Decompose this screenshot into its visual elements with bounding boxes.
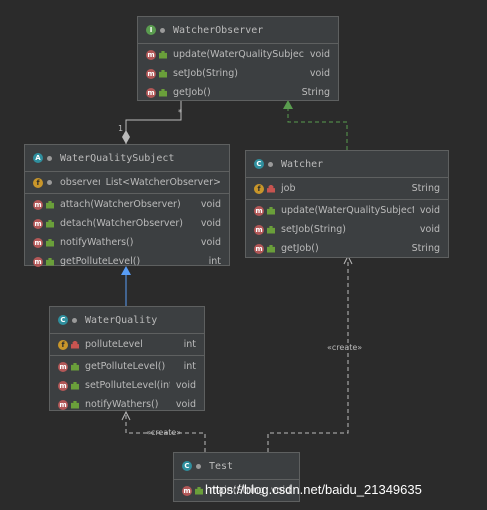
public-icon (71, 381, 79, 390)
method-icon: m (254, 243, 264, 254)
class-icon: C (254, 159, 264, 169)
method-row[interactable]: m detach(WatcherObserver) void (25, 214, 229, 233)
public-icon (159, 50, 167, 59)
watermark-text: https://blog.csdn.net/baidu_21349635 (205, 482, 422, 497)
method-icon: m (33, 237, 43, 248)
method-row[interactable]: m setJob(String) void (246, 220, 448, 239)
method-row[interactable]: m notifyWathers() void (50, 395, 204, 414)
field-icon: f (254, 183, 264, 194)
package-visibility-icon (160, 27, 165, 33)
create-label-2: «create» (327, 343, 363, 352)
field-row[interactable]: f job String (246, 179, 448, 198)
class-header: I WatcherObserver (138, 17, 338, 44)
private-lock-icon (267, 184, 275, 193)
class-name: Test (209, 460, 234, 472)
private-lock-icon (71, 340, 79, 349)
method-icon: m (58, 399, 68, 410)
field-row[interactable]: f polluteLevel int (50, 335, 204, 354)
class-header: C Test (174, 453, 299, 480)
watcher-box[interactable]: C Watcher f job String m update(WaterQualit… (245, 150, 449, 258)
water-quality-box[interactable]: C WaterQuality f polluteLevel int m getPoll… (49, 306, 205, 411)
method-row[interactable]: m setPolluteLevel(int) void (50, 376, 204, 395)
create-dependency-line-2 (267, 259, 349, 452)
watcher-observer-box[interactable]: I WatcherObserver m update(WaterQualitySu… (137, 16, 339, 101)
class-name: WaterQuality (85, 314, 158, 326)
abstract-class-icon: A (33, 153, 43, 163)
method-row[interactable]: m attach(WatcherObserver) void (25, 195, 229, 214)
class-header: C Watcher (246, 151, 448, 178)
methods-section: m update(WaterQualitySubject) void m setJob… (246, 200, 448, 258)
package-visibility-icon (268, 161, 273, 167)
field-row[interactable]: fobserversList<WatcherObserver> (25, 173, 229, 192)
aggregation-diamond (122, 130, 130, 144)
method-row[interactable]: m getPolluteLevel() int (25, 252, 229, 271)
public-icon (46, 200, 54, 209)
water-quality-subject-box[interactable]: A WaterQualitySubject fobserversList<Wat… (24, 144, 230, 267)
class-name: WaterQualitySubject (60, 152, 175, 164)
multiplicity-many: * (178, 108, 182, 117)
aggregation-line (125, 101, 182, 144)
fields-section: f job String (246, 178, 448, 200)
method-row[interactable]: m getJob() String (138, 83, 338, 102)
public-icon (46, 257, 54, 266)
method-icon: m (33, 256, 43, 267)
method-row[interactable]: m update(WaterQualitySubject) void (138, 45, 338, 64)
multiplicity-one: 1 (118, 124, 124, 133)
class-name: Watcher (281, 158, 324, 170)
public-icon (267, 244, 275, 253)
method-row[interactable]: m setJob(String) void (138, 64, 338, 83)
methods-section: m attach(WatcherObserver) void m detach(Wat… (25, 194, 229, 271)
public-icon (46, 238, 54, 247)
method-icon: m (33, 199, 43, 210)
method-row[interactable]: m getPolluteLevel() int (50, 357, 204, 376)
class-header: C WaterQuality (50, 307, 204, 334)
package-visibility-icon (47, 155, 52, 161)
method-icon: m (146, 49, 156, 60)
methods-section: m getPolluteLevel() int m setPolluteLevel(i… (50, 356, 204, 414)
protected-icon (47, 180, 52, 185)
public-icon (195, 486, 203, 495)
method-icon: m (146, 87, 156, 98)
method-icon: m (33, 218, 43, 229)
public-icon (159, 88, 167, 97)
field-icon: f (33, 177, 43, 188)
class-icon: C (58, 315, 68, 325)
package-visibility-icon (72, 317, 77, 323)
public-icon (267, 225, 275, 234)
method-icon: m (146, 68, 156, 79)
create-label-1: «create» (146, 428, 182, 437)
fields-section: f polluteLevel int (50, 334, 204, 356)
realization-line (287, 108, 348, 150)
method-icon: m (58, 380, 68, 391)
class-header: A WaterQualitySubject (25, 145, 229, 172)
class-name: WatcherObserver (173, 24, 264, 36)
method-row[interactable]: m update(WaterQualitySubject) void (246, 201, 448, 220)
package-visibility-icon (196, 463, 201, 469)
fields-section: fobserversList<WatcherObserver> (25, 172, 229, 194)
public-icon (71, 400, 79, 409)
class-icon: C (182, 461, 192, 471)
public-icon (71, 362, 79, 371)
method-row[interactable]: m getJob() String (246, 239, 448, 258)
method-row[interactable]: m notifyWathers() void (25, 233, 229, 252)
method-icon: m (58, 361, 68, 372)
interface-icon: I (146, 25, 156, 35)
method-icon: m (254, 205, 264, 216)
method-icon: m (182, 485, 192, 496)
public-icon (267, 206, 275, 215)
public-icon (46, 219, 54, 228)
method-icon: m (254, 224, 264, 235)
field-icon: f (58, 339, 68, 350)
public-icon (159, 69, 167, 78)
methods-section: m update(WaterQualitySubject) void m setJob… (138, 44, 338, 102)
